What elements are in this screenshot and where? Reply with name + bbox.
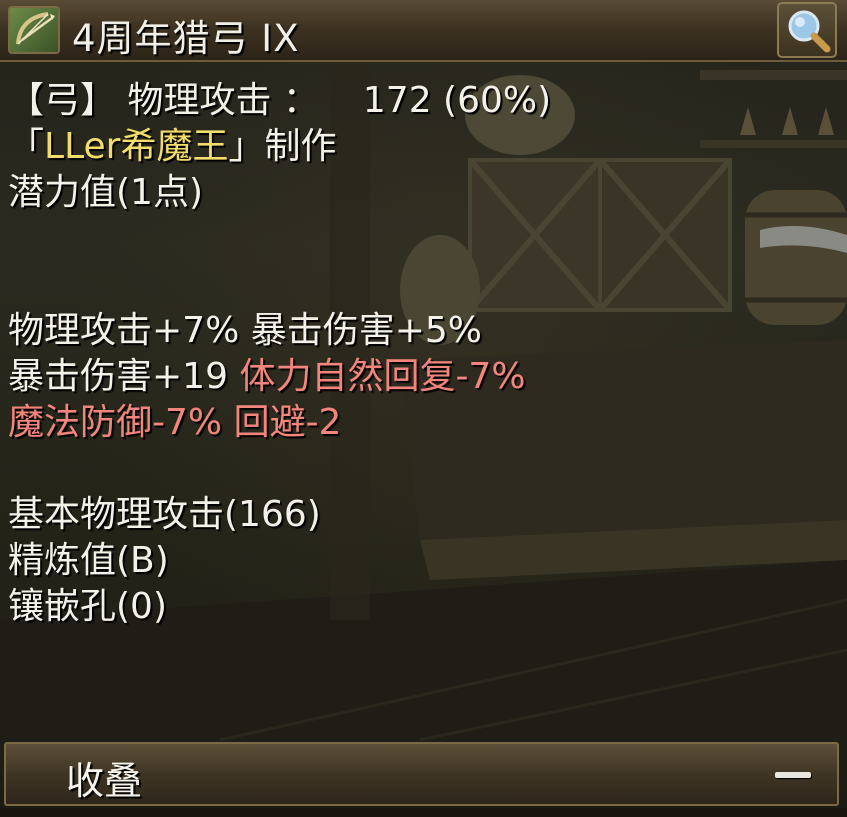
option-crit-damage-flat: 暴击伤害+19 (8, 356, 228, 397)
collapse-label: 收叠 (66, 759, 143, 803)
crafter-open-bracket: 「 (8, 126, 45, 167)
minus-icon-bar (775, 772, 811, 778)
search-button[interactable] (777, 2, 837, 58)
minus-icon[interactable] (771, 762, 817, 788)
base-attack-row: 基本物理攻击(166) (8, 494, 321, 535)
crafter-suffix: 」制作 (228, 126, 337, 167)
bow-icon-art (16, 12, 55, 45)
potential-row: 潜力值(1点) (8, 172, 203, 213)
item-description: 【弓】 物理攻击 ： 172 (60%) 「LLer希魔王」制作 潜力值(1点) … (8, 78, 837, 630)
sockets-row: 镶嵌孔(0) (8, 586, 167, 627)
item-name: 4周年猎弓 IX (72, 17, 300, 60)
option-magic-defense-negative: 魔法防御-7% (8, 402, 223, 443)
option-row-3: 魔法防御-7% 回避-2 (8, 400, 837, 446)
option-physical-attack: 物理攻击+7% (8, 310, 240, 351)
attack-value: 172 (60%) (362, 80, 552, 121)
item-title-bar: 4周年猎弓 IX (0, 0, 847, 62)
option-evasion-negative: 回避-2 (233, 402, 342, 443)
bow-icon (8, 6, 60, 54)
option-hp-regen-negative: 体力自然回复-7% (239, 356, 526, 397)
option-row-2: 暴击伤害+19 体力自然回复-7% (8, 354, 837, 400)
attack-row: 【弓】 物理攻击 ： 172 (60%) (8, 78, 837, 124)
option-crit-damage-percent: 暴击伤害+5% (250, 310, 483, 351)
crafter-row: 「LLer希魔王」制作 (8, 124, 837, 170)
magnifier-icon (788, 10, 831, 53)
bottom-edge (0, 808, 847, 817)
collapse-bar[interactable]: 收叠 (4, 742, 839, 806)
option-row-1: 物理攻击+7% 暴击伤害+5% (8, 308, 837, 354)
weapon-type-attack-label: 【弓】 物理攻击 ： (8, 80, 319, 121)
refine-row: 精炼值(B) (8, 540, 169, 581)
crafter-name: LLer希魔王 (44, 126, 229, 167)
